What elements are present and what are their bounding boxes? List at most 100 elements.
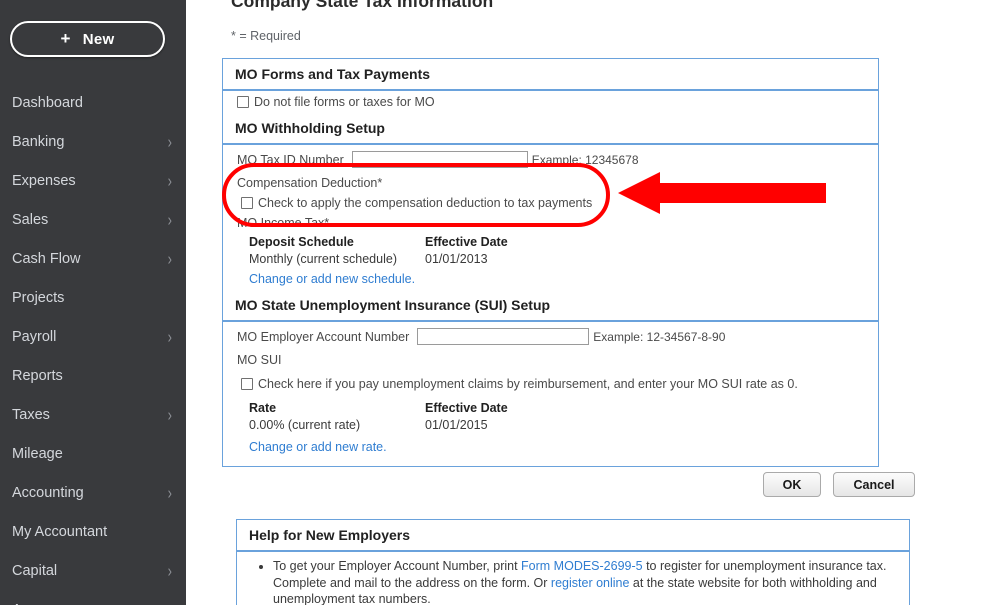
sui-rate-header: Rate [249,401,277,415]
sui-section-title: MO State Unemployment Insurance (SUI) Se… [223,290,878,322]
chevron-right-icon: › [167,170,172,191]
deposit-schedule-table: Deposit Schedule Effective Date Monthly … [223,232,878,266]
sidebar-item-payroll[interactable]: Payroll › [0,317,186,356]
sidebar-item-label: Mileage [12,445,63,462]
sidebar-item-capital[interactable]: Capital › [0,551,186,590]
chevron-right-icon: › [167,560,172,581]
sidebar: + New Dashboard Banking › Expenses › Sal… [0,0,186,605]
new-button-label: New [82,30,115,48]
sidebar-item-label: Cash Flow [12,250,81,267]
withholding-section-title: MO Withholding Setup [223,113,878,145]
main-content: Company State Tax Information * = Requir… [186,0,999,605]
help-panel-body: To get your Employer Account Number, pri… [237,552,909,605]
tax-id-input[interactable] [351,151,528,168]
chevron-right-icon: › [167,131,172,152]
sidebar-item-accounting[interactable]: Accounting › [0,473,186,512]
sidebar-item-dashboard[interactable]: Dashboard [0,83,186,122]
sidebar-item-apps[interactable]: Apps [0,590,186,605]
sidebar-item-label: Apps [12,602,172,605]
sidebar-item-label: Accounting [12,484,84,501]
state-tax-form-panel: MO Forms and Tax Payments Do not file fo… [222,58,879,467]
change-rate-link[interactable]: Change or add new rate. [249,440,387,454]
sui-label: MO SUI [237,353,282,367]
help-bullet-list: To get your Employer Account Number, pri… [247,558,899,605]
deposit-schedule-header-row: Deposit Schedule Effective Date [249,235,878,252]
help-text-part: To get your Employer Account Number, pri… [273,559,522,573]
required-note: * = Required [231,29,301,43]
compensation-deduction-checkbox[interactable] [241,197,253,209]
deposit-effective-header: Effective Date [425,235,508,249]
sui-rate-header-row: Rate Effective Date [249,401,878,418]
sidebar-item-projects[interactable]: Projects [0,278,186,317]
sidebar-item-expenses[interactable]: Expenses › [0,161,186,200]
compensation-deduction-label: Compensation Deduction* [237,176,383,190]
deposit-schedule-value: Monthly (current schedule) [249,252,397,266]
register-online-link[interactable]: register online [551,576,630,590]
screen: + New Dashboard Banking › Expenses › Sal… [0,0,999,605]
sui-rate-value-row: 0.00% (current rate) 01/01/2015 [249,418,878,432]
compensation-deduction-row[interactable]: Check to apply the compensation deductio… [223,192,878,214]
sidebar-item-cash-flow[interactable]: Cash Flow › [0,239,186,278]
help-panel: Help for New Employers To get your Emplo… [236,519,910,605]
new-button[interactable]: + New [10,21,165,57]
sui-reimbursement-label: Check here if you pay unemployment claim… [258,377,798,391]
list-item: To get your Employer Account Number, pri… [273,558,899,605]
form-modes-link[interactable]: Form MODES-2699-5 [521,559,643,573]
help-panel-title: Help for New Employers [237,520,909,552]
forms-panel-body: Do not file forms or taxes for MO [223,91,878,113]
sidebar-item-label: Capital [12,562,58,579]
deposit-effective-value: 01/01/2013 [425,252,488,266]
dialog-buttons: OK Cancel [186,472,915,497]
sui-reimbursement-checkbox[interactable] [241,378,253,390]
sidebar-item-label: My Accountant [12,523,108,540]
change-schedule-row: Change or add new schedule. [223,266,878,290]
sui-effective-header: Effective Date [425,401,508,415]
plus-icon: + [60,29,71,48]
sidebar-item-my-accountant[interactable]: My Accountant [0,512,186,551]
sidebar-item-label: Reports [12,367,63,384]
do-not-file-checkbox[interactable] [237,96,249,108]
sidebar-item-label: Taxes [12,406,50,423]
sui-section-body: MO Employer Account Number Example: 12-3… [223,322,878,466]
sui-effective-value: 01/01/2015 [425,418,488,432]
do-not-file-row[interactable]: Do not file forms or taxes for MO [223,91,878,113]
sidebar-item-sales[interactable]: Sales › [0,200,186,239]
tax-id-example: Example: 12345678 [531,152,639,167]
change-rate-row: Change or add new rate. [223,432,878,458]
sidebar-item-label: Payroll [12,328,57,345]
sidebar-item-label: Projects [12,289,65,306]
chevron-right-icon: › [167,209,172,230]
deposit-schedule-header: Deposit Schedule [249,235,354,249]
sui-reimbursement-row[interactable]: Check here if you pay unemployment claim… [223,369,878,395]
tax-id-field-row: MO Tax ID Number Example: 12345678 [223,145,878,174]
deposit-schedule-value-row: Monthly (current schedule) 01/01/2013 [249,252,878,266]
forms-panel-title: MO Forms and Tax Payments [223,59,878,91]
income-tax-label: MO Income Tax* [237,216,330,230]
sidebar-item-mileage[interactable]: Mileage [0,434,186,473]
chevron-right-icon: › [167,482,172,503]
tax-id-label: MO Tax ID Number [237,152,344,167]
sidebar-item-label: Banking [12,133,65,150]
employer-account-field-row: MO Employer Account Number Example: 12-3… [223,322,878,351]
employer-account-input[interactable] [417,328,590,345]
chevron-right-icon: › [167,404,172,425]
withholding-section-body: MO Tax ID Number Example: 12345678 Compe… [223,145,878,290]
sidebar-item-label: Dashboard [12,94,83,111]
employer-account-example: Example: 12-34567-8-90 [593,329,726,344]
sidebar-item-label: Expenses [12,172,76,189]
sidebar-nav: Dashboard Banking › Expenses › Sales › C… [0,83,186,605]
sidebar-item-reports[interactable]: Reports [0,356,186,395]
ok-button[interactable]: OK [763,472,821,497]
sidebar-item-label: Sales [12,211,49,228]
sui-rate-value: 0.00% (current rate) [249,418,361,432]
sidebar-item-banking[interactable]: Banking › [0,122,186,161]
compensation-deduction-checkbox-label: Check to apply the compensation deductio… [258,196,593,210]
sidebar-item-taxes[interactable]: Taxes › [0,395,186,434]
employer-account-label: MO Employer Account Number [237,329,410,344]
change-schedule-link[interactable]: Change or add new schedule. [249,272,415,286]
sui-rate-table: Rate Effective Date 0.00% (current rate)… [223,395,878,432]
chevron-right-icon: › [167,326,172,347]
cancel-button[interactable]: Cancel [833,472,915,497]
page-title: Company State Tax Information [231,0,494,11]
chevron-right-icon: › [167,248,172,269]
